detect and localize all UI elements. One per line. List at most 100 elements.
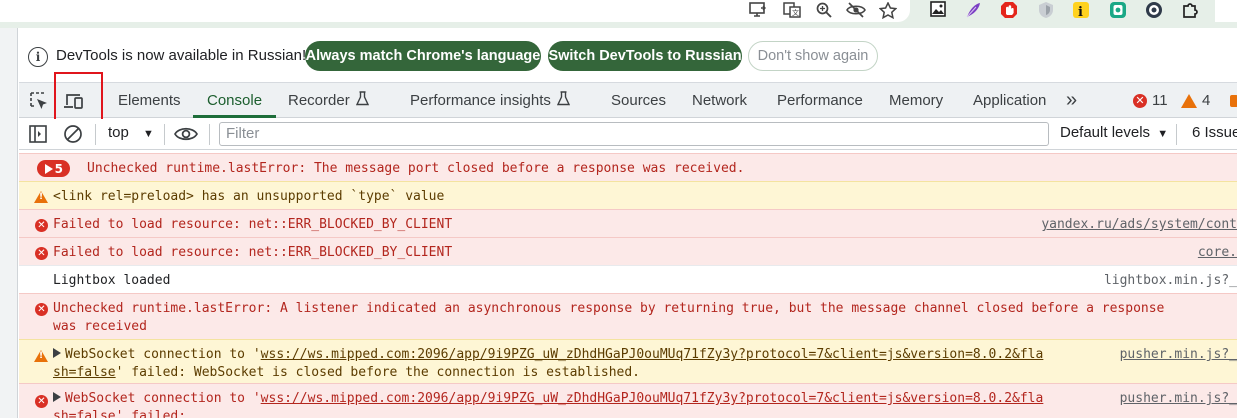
message-source-link[interactable]: pusher.min.js?_	[1113, 346, 1237, 364]
repeat-count-badge: 5	[37, 160, 70, 177]
inspect-element-icon[interactable]	[28, 90, 50, 112]
message-rest: ' failed:	[115, 409, 187, 418]
console-message-error[interactable]: ✕ WebSocket connection to 'wss://ws.mipp…	[19, 383, 1237, 418]
filter-input[interactable]: Filter	[219, 122, 1049, 146]
console-message-warning[interactable]: WebSocket connection to 'wss://ws.mipped…	[19, 339, 1237, 383]
live-expression-eye-icon[interactable]	[174, 124, 198, 149]
green-extension-icon[interactable]	[1109, 1, 1127, 18]
message-text-continued: was received	[53, 319, 147, 334]
message-text-continued: sh=false' failed: WebSocket is closed be…	[53, 364, 640, 382]
tab-console[interactable]: Console	[207, 83, 262, 118]
message-source-link[interactable]: lightbox.min.js?_	[1104, 272, 1237, 290]
svg-text:文: 文	[792, 8, 799, 17]
expand-triangle-icon[interactable]	[53, 392, 61, 402]
console-message-error[interactable]: ✕ Unchecked runtime.lastError: A listene…	[19, 293, 1237, 339]
tab-network[interactable]: Network	[692, 83, 747, 118]
log-levels-label: Default levels	[1060, 124, 1151, 141]
console-message-error[interactable]: ✕ Failed to load resource: net::ERR_BLOC…	[19, 237, 1237, 265]
device-toolbar-highlight	[54, 72, 103, 123]
message-prefix: WebSocket connection to '	[65, 347, 261, 362]
toolbar-divider	[1176, 124, 1177, 145]
message-text: Failed to load resource: net::ERR_BLOCKE…	[53, 245, 453, 260]
message-text: Unchecked runtime.lastError: The message…	[87, 161, 745, 176]
tab-elements[interactable]: Elements	[118, 83, 181, 118]
tab-application[interactable]: Application	[973, 83, 1046, 118]
address-bar-area	[0, 0, 910, 22]
tab-memory[interactable]: Memory	[889, 83, 943, 118]
more-tabs-chevron-icon[interactable]: »	[1066, 83, 1077, 118]
warning-icon	[34, 350, 48, 362]
flask-icon	[355, 91, 369, 110]
flask-icon	[556, 91, 571, 110]
toolbar-right-edge	[1215, 0, 1237, 22]
info-icon: i	[28, 47, 48, 67]
message-text: Lightbox loaded	[53, 273, 171, 288]
message-prefix: WebSocket connection to '	[65, 391, 261, 406]
message-text: Unchecked runtime.lastError: A listener …	[53, 301, 1165, 316]
log-levels-dropdown[interactable]: Default levels ▼	[1060, 124, 1168, 141]
warning-count-value: 4	[1202, 92, 1211, 109]
infobar-message: DevTools is now available in Russian!	[56, 47, 307, 64]
error-icon: ✕	[35, 247, 48, 260]
message-source-link[interactable]: pusher.min.js?_	[1113, 390, 1237, 408]
console-message-error[interactable]: 5 Unchecked runtime.lastError: The messa…	[19, 153, 1237, 181]
adblock-extension-icon[interactable]	[1000, 1, 1018, 18]
always-match-language-button[interactable]: Always match Chrome's language	[305, 41, 541, 71]
browser-toolbar: 文 i	[0, 0, 1237, 28]
devtools-tabbar: Elements Console Recorder Performance in…	[19, 82, 1237, 118]
message-source-link[interactable]: core.	[1198, 244, 1237, 262]
tab-performance-insights[interactable]: Performance insights	[410, 83, 571, 118]
blue-extension-icon[interactable]	[1145, 1, 1163, 18]
error-icon: ✕	[1133, 93, 1147, 108]
issues-count-link[interactable]: 6 Issue	[1192, 124, 1237, 141]
zoom-icon[interactable]	[814, 0, 834, 20]
yellow-i-extension-icon[interactable]: i	[1072, 1, 1090, 20]
eye-off-icon[interactable]	[846, 0, 866, 20]
tab-recorder-label: Recorder	[288, 92, 350, 109]
console-toolbar: top ▼ Filter Default levels ▼ 6 Issue	[19, 119, 1237, 150]
feather-extension-icon[interactable]	[964, 1, 982, 18]
switch-devtools-russian-button[interactable]: Switch DevTools to Russian	[548, 41, 742, 71]
toolbar-divider	[209, 124, 210, 145]
image-extension-icon[interactable]	[929, 0, 947, 17]
websocket-url-link[interactable]: wss://ws.mipped.com:2096/app/9i9PZG_uW_z…	[261, 347, 1044, 362]
puzzle-extension-icon[interactable]	[1181, 1, 1199, 18]
chevron-down-icon: ▼	[1157, 128, 1169, 140]
message-source-link[interactable]: yandex.ru/ads/system/cont	[1041, 216, 1237, 234]
toolbar-divider	[95, 124, 96, 145]
shield-extension-icon[interactable]	[1037, 1, 1055, 18]
svg-text:i: i	[1078, 5, 1083, 19]
console-message-warning[interactable]: <link rel=preload> has an unsupported `t…	[19, 181, 1237, 209]
error-icon: ✕	[35, 303, 48, 316]
message-text: WebSocket connection to 'wss://ws.mipped…	[53, 346, 1043, 364]
console-message-log[interactable]: Lightbox loaded lightbox.min.js?_	[19, 265, 1237, 293]
websocket-url-link-continued[interactable]: sh=false	[53, 365, 116, 380]
websocket-url-link[interactable]: wss://ws.mipped.com:2096/app/9i9PZG_uW_z…	[261, 391, 1044, 406]
warning-count[interactable]: 4	[1181, 83, 1210, 118]
star-icon[interactable]	[878, 0, 898, 20]
error-count[interactable]: ✕ 11	[1133, 83, 1168, 118]
error-icon: ✕	[35, 219, 48, 232]
context-selector-value: top	[108, 124, 129, 141]
tab-recorder[interactable]: Recorder	[288, 83, 369, 118]
dont-show-again-button[interactable]: Don't show again	[748, 41, 878, 71]
active-tab-indicator	[193, 115, 276, 118]
message-text-continued: sh=false' failed:	[53, 408, 186, 418]
websocket-url-link-continued[interactable]: sh=false	[53, 409, 116, 418]
translate-icon[interactable]: 文	[782, 0, 802, 20]
tab-sources[interactable]: Sources	[611, 83, 666, 118]
tab-performance-insights-label: Performance insights	[410, 92, 551, 109]
chevron-down-icon: ▼	[143, 128, 154, 140]
message-rest: ' failed: WebSocket is closed before the…	[115, 365, 641, 380]
context-selector[interactable]: top ▼	[108, 124, 154, 141]
console-message-error[interactable]: ✕ Failed to load resource: net::ERR_BLOC…	[19, 209, 1237, 237]
toolbar-divider	[164, 124, 165, 145]
cast-icon[interactable]	[748, 0, 768, 20]
sidebar-toggle-icon[interactable]	[28, 124, 48, 149]
expand-triangle-icon[interactable]	[53, 348, 61, 358]
tab-performance[interactable]: Performance	[777, 83, 863, 118]
message-text: <link rel=preload> has an unsupported `t…	[53, 189, 445, 204]
message-text: WebSocket connection to 'wss://ws.mipped…	[53, 390, 1043, 408]
clear-console-icon[interactable]	[63, 124, 83, 149]
issues-icon[interactable]	[1230, 95, 1237, 107]
